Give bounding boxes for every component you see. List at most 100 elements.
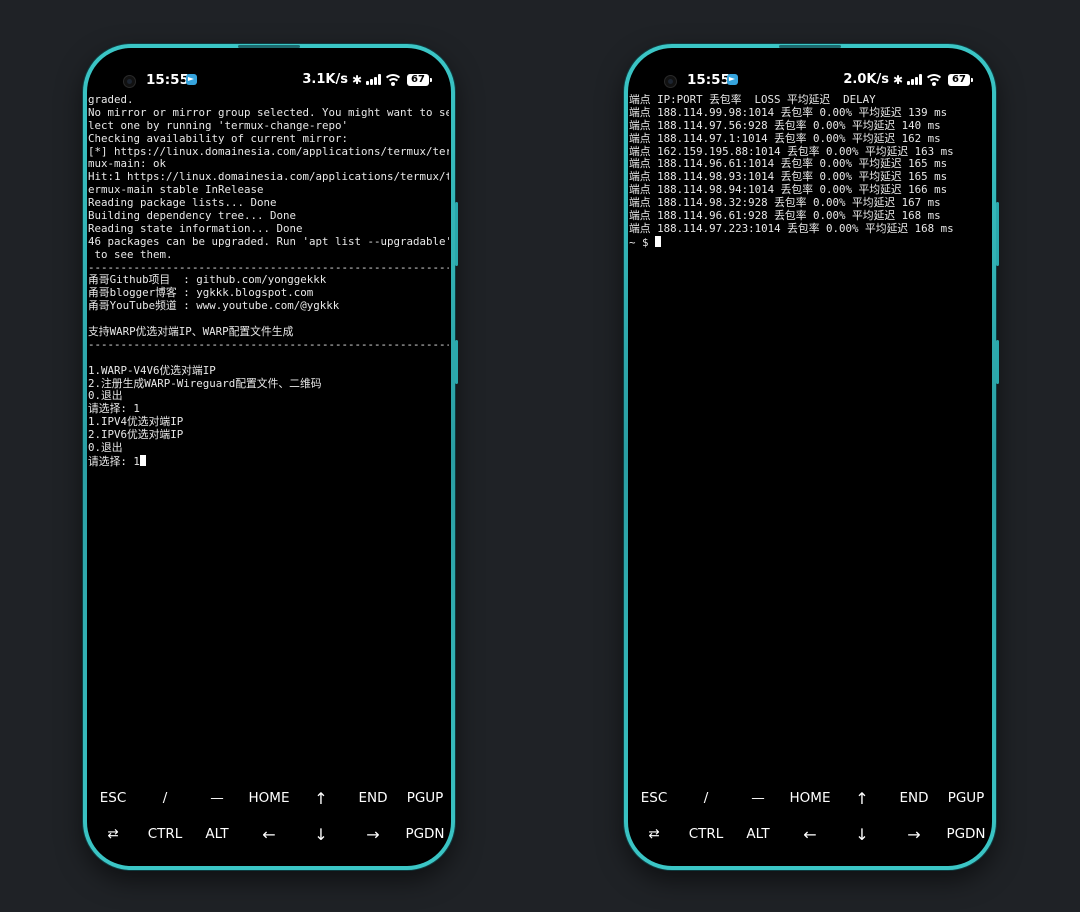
extra-key[interactable]: ⇄: [87, 826, 139, 842]
front-camera: [664, 75, 677, 88]
terminal-line-text: ermux-main stable InRelease: [88, 183, 264, 197]
extra-keys-row2: ⇄ CTRL ALT ← ↓ → PGDN: [628, 816, 992, 852]
extra-key[interactable]: PGDN: [940, 826, 992, 842]
status-time: 15:55: [687, 72, 730, 88]
extra-keys-bar: ESC / — HOME ↑ END PGUP ⇄ CTRL ALT ← ↓ → PGDN: [87, 780, 451, 852]
terminal-line-text: 端点 162.159.195.88:1014 丢包率 0.00% 平均延迟 16…: [629, 144, 954, 158]
telegram-icon: [727, 74, 738, 85]
extra-key[interactable]: CTRL: [680, 826, 732, 842]
extra-key[interactable]: ↓: [836, 825, 888, 844]
terminal-line-text: 端点 IP:PORT 丢包率 LOSS 平均延迟 DELAY: [629, 94, 876, 106]
status-bar: 15:55 3.1K/s ✱ 67: [87, 70, 451, 92]
volume-button: [455, 202, 458, 266]
terminal-line-text: 端点 188.114.98.32:928 丢包率 0.00% 平均延迟 167 …: [629, 196, 941, 210]
extra-key[interactable]: PGDN: [399, 826, 451, 842]
terminal-line-text: 端点 188.114.96.61:1014 丢包率 0.00% 平均延迟 165…: [629, 157, 948, 171]
terminal-line-text: 端点 188.114.97.1:1014 丢包率 0.00% 平均延迟 162 …: [629, 131, 941, 145]
terminal-line-text: Checking availability of current mirror:: [88, 131, 349, 145]
extra-key[interactable]: ALT: [191, 826, 243, 842]
terminal-output[interactable]: 端点 IP:PORT 丢包率 LOSS 平均延迟 DELAY 端点 188.114…: [629, 94, 990, 249]
terminal-line-text: ----------------------------------------…: [88, 260, 449, 274]
terminal-line: 2.注册生成WARP-Wireguard配置文件、二维码: [88, 376, 449, 391]
terminal-line-text: 端点 188.114.98.94:1014 丢包率 0.00% 平均延迟 166…: [629, 183, 948, 197]
extra-key[interactable]: CTRL: [139, 826, 191, 842]
wifi-icon: [926, 73, 942, 86]
extra-key[interactable]: PGUP: [940, 790, 992, 806]
volume-button: [996, 202, 999, 266]
extra-key[interactable]: —: [191, 790, 243, 806]
terminal-line-text: 端点 188.114.97.223:1014 丢包率 0.00% 平均延迟 16…: [629, 221, 954, 235]
extra-key[interactable]: /: [139, 790, 191, 806]
terminal-line: 请选择: 1: [88, 454, 449, 468]
terminal-line-text: 端点 188.114.97.56:928 丢包率 0.00% 平均延迟 140 …: [629, 118, 941, 132]
terminal-line-text: 2.IPV6优选对端IP: [88, 428, 184, 442]
left-phone: 15:55 3.1K/s ✱ 67 graded. No mirror or mi…: [83, 44, 458, 870]
phone-screen: 15:55 3.1K/s ✱ 67 graded. No mirror or mi…: [87, 48, 451, 866]
terminal-line-text: to see them.: [88, 247, 173, 261]
terminal-line-text: 46 packages can be upgraded. Run 'apt li…: [88, 234, 449, 248]
terminal-output[interactable]: graded. No mirror or mirror group selecte…: [88, 94, 449, 468]
extra-key[interactable]: ALT: [732, 826, 784, 842]
terminal-line-text: 甬哥Github项目 : github.com/yonggekkk: [88, 273, 327, 287]
network-speed: 3.1K/s: [302, 72, 348, 87]
terminal-line: 甬哥YouTube频道 : www.youtube.com/@ygkkk: [88, 299, 449, 313]
terminal-line: ----------------------------------------…: [88, 338, 449, 352]
terminal-line-text: Building dependency tree... Done: [88, 209, 297, 223]
extra-key[interactable]: ↑: [836, 789, 888, 808]
terminal-line-text: Reading package lists... Done: [88, 196, 277, 210]
extra-key[interactable]: ←: [784, 825, 836, 844]
battery-icon: 67: [948, 73, 973, 86]
extra-key[interactable]: PGUP: [399, 790, 451, 806]
extra-key[interactable]: END: [888, 790, 940, 806]
extra-key[interactable]: →: [347, 825, 399, 844]
signal-icon: [907, 74, 922, 85]
extra-key[interactable]: ESC: [628, 790, 680, 806]
terminal-line: 0.退出: [88, 390, 449, 403]
extra-key[interactable]: ←: [243, 825, 295, 844]
telegram-icon: [186, 74, 197, 85]
terminal-line-text: 甬哥blogger博客 : ygkkk.blogspot.com: [88, 286, 314, 300]
terminal-line-text: 支持WARP优选对端IP、WARP配置文件生成: [88, 325, 294, 339]
terminal-line-text: 2.注册生成WARP-Wireguard配置文件、二维码: [88, 376, 322, 390]
extra-key[interactable]: →: [888, 825, 940, 844]
bluetooth-icon: ✱: [892, 72, 903, 87]
extra-keys-row1: ESC / — HOME ↑ END PGUP: [628, 780, 992, 816]
front-camera: [123, 75, 136, 88]
extra-key[interactable]: END: [347, 790, 399, 806]
network-speed: 2.0K/s: [843, 72, 889, 87]
terminal-line-text: 端点 188.114.98.93:1014 丢包率 0.00% 平均延迟 165…: [629, 170, 948, 184]
terminal-line-text: No mirror or mirror group selected. You …: [88, 105, 449, 119]
wifi-icon: [385, 73, 401, 86]
status-bar: 15:55 2.0K/s ✱ 67: [628, 70, 992, 92]
terminal-cursor: [655, 235, 662, 247]
extra-key[interactable]: ↑: [295, 789, 347, 808]
terminal-line: ~ $: [629, 235, 990, 249]
extra-key[interactable]: ESC: [87, 790, 139, 806]
extra-key[interactable]: /: [680, 790, 732, 806]
extra-key[interactable]: HOME: [784, 790, 836, 806]
terminal-line-text: 甬哥YouTube频道 : www.youtube.com/@ygkkk: [88, 299, 340, 313]
extra-keys-row2: ⇄ CTRL ALT ← ↓ → PGDN: [87, 816, 451, 852]
right-phone: 15:55 2.0K/s ✱ 67 端点 IP:PORT 丢包率 LOSS 平均…: [624, 44, 999, 870]
terminal-line-text: [*] https://linux.domainesia.com/applica…: [88, 144, 449, 158]
extra-keys-bar: ESC / — HOME ↑ END PGUP ⇄ CTRL ALT ← ↓ → PGDN: [628, 780, 992, 852]
terminal-line-text: 1.WARP-V4V6优选对端IP: [88, 363, 216, 377]
terminal-line: 2.IPV6优选对端IP: [88, 428, 449, 442]
terminal-line-text: 0.退出: [88, 441, 123, 455]
terminal-line-text: 端点 188.114.96.61:928 丢包率 0.00% 平均延迟 168 …: [629, 209, 941, 223]
terminal-line-text: graded.: [88, 94, 134, 106]
terminal-line-text: ~ $: [629, 235, 656, 249]
terminal-line: 端点 188.114.97.223:1014 丢包率 0.00% 平均延迟 16…: [629, 221, 990, 236]
terminal-line-text: 请选择: 1: [88, 454, 140, 468]
extra-key[interactable]: HOME: [243, 790, 295, 806]
terminal-line-text: Hit:1 https://linux.domainesia.com/appli…: [88, 170, 449, 184]
extra-key[interactable]: —: [732, 790, 784, 806]
phone-screen: 15:55 2.0K/s ✱ 67 端点 IP:PORT 丢包率 LOSS 平均…: [628, 48, 992, 866]
bluetooth-icon: ✱: [351, 72, 362, 87]
terminal-line-text: Reading state information... Done: [88, 221, 303, 235]
terminal-line-text: 1.IPV4优选对端IP: [88, 415, 184, 429]
extra-key[interactable]: ⇄: [628, 826, 680, 842]
signal-icon: [366, 74, 381, 85]
terminal-line-text: 0.退出: [88, 389, 123, 403]
extra-key[interactable]: ↓: [295, 825, 347, 844]
